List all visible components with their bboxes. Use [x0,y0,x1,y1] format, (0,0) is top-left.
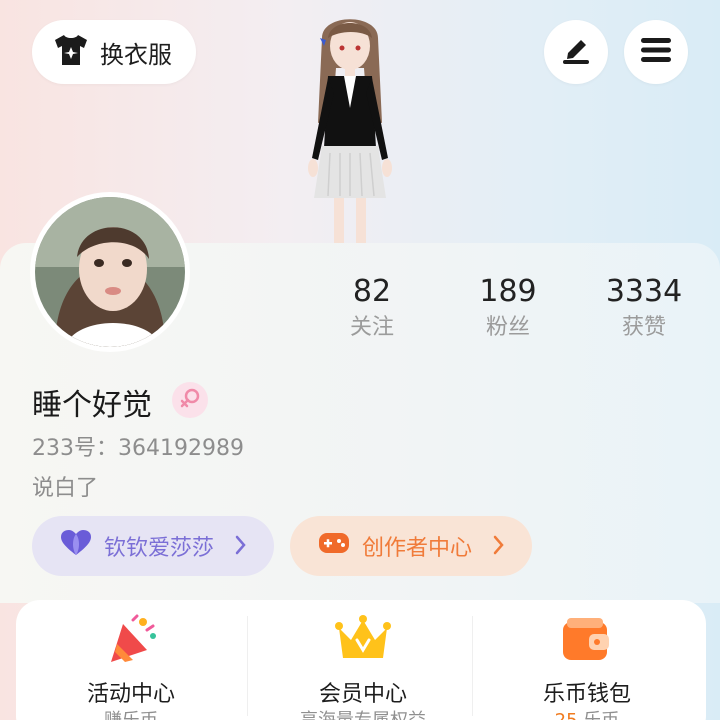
chevron-right-icon [234,534,248,562]
membership-center-tile[interactable]: 会员中心 享海量专属权益 [248,600,478,720]
change-outfit-label: 换衣服 [100,40,172,69]
likes-count: 3334 [605,274,683,309]
following-count: 82 [352,274,392,309]
feature-panel: 活动中心 赚乐币 会员中心 享海量专属权益 乐币钱包 25 乐币 [16,600,706,720]
female-icon [179,387,201,413]
username: 睡个好觉 [32,388,152,423]
edit-profile-button[interactable] [544,20,608,84]
creator-center-button[interactable]: 创作者中心 [290,516,532,576]
following-label: 关注 [349,315,394,340]
activity-center-title: 活动中心 [86,682,175,707]
coin-wallet-title: 乐币钱包 [542,682,631,707]
coin-wallet-subtitle: 25 乐币 [472,706,702,720]
coin-unit: 乐币 [583,710,619,720]
creator-center-label: 创作者中心 [362,536,473,561]
user-id-label: 233号： [32,436,118,461]
tshirt-icon [52,33,90,71]
user-id-value: 364192989 [118,436,244,461]
membership-center-subtitle: 享海量专属权益 [248,706,478,720]
stat-following[interactable]: 82 关注 [312,272,432,344]
membership-center-title: 会员中心 [318,682,407,707]
gamepad-icon [318,530,350,562]
user-bio: 说白了 [32,476,99,501]
user-id[interactable]: 233号：364192989 [32,430,244,462]
fan-club-label: 钦钦爱莎莎 [104,536,215,561]
party-popper-icon [103,614,159,666]
fan-club-button[interactable]: 钦钦爱莎莎 [32,516,274,576]
stat-followers[interactable]: 189 粉丝 [448,272,568,344]
likes-label: 获赞 [621,315,666,340]
coin-balance: 25 [555,710,578,720]
crown-icon [335,614,391,666]
profile-avatar[interactable] [30,192,190,352]
wallet-icon [559,614,615,666]
activity-center-tile[interactable]: 活动中心 赚乐币 [16,600,246,720]
stat-likes[interactable]: 3334 获赞 [584,272,704,344]
menu-button[interactable] [624,20,688,84]
heart-icon [60,529,92,563]
activity-center-subtitle: 赚乐币 [16,706,246,720]
followers-label: 粉丝 [485,315,530,340]
gender-badge [172,382,208,418]
coin-wallet-tile[interactable]: 乐币钱包 25 乐币 [472,600,702,720]
followers-count: 189 [479,274,537,309]
hamburger-menu-icon [641,37,671,67]
change-outfit-button[interactable]: 换衣服 [32,20,196,84]
pen-icon [560,35,592,69]
avatar-character[interactable] [290,8,420,248]
chevron-right-icon [492,534,506,562]
